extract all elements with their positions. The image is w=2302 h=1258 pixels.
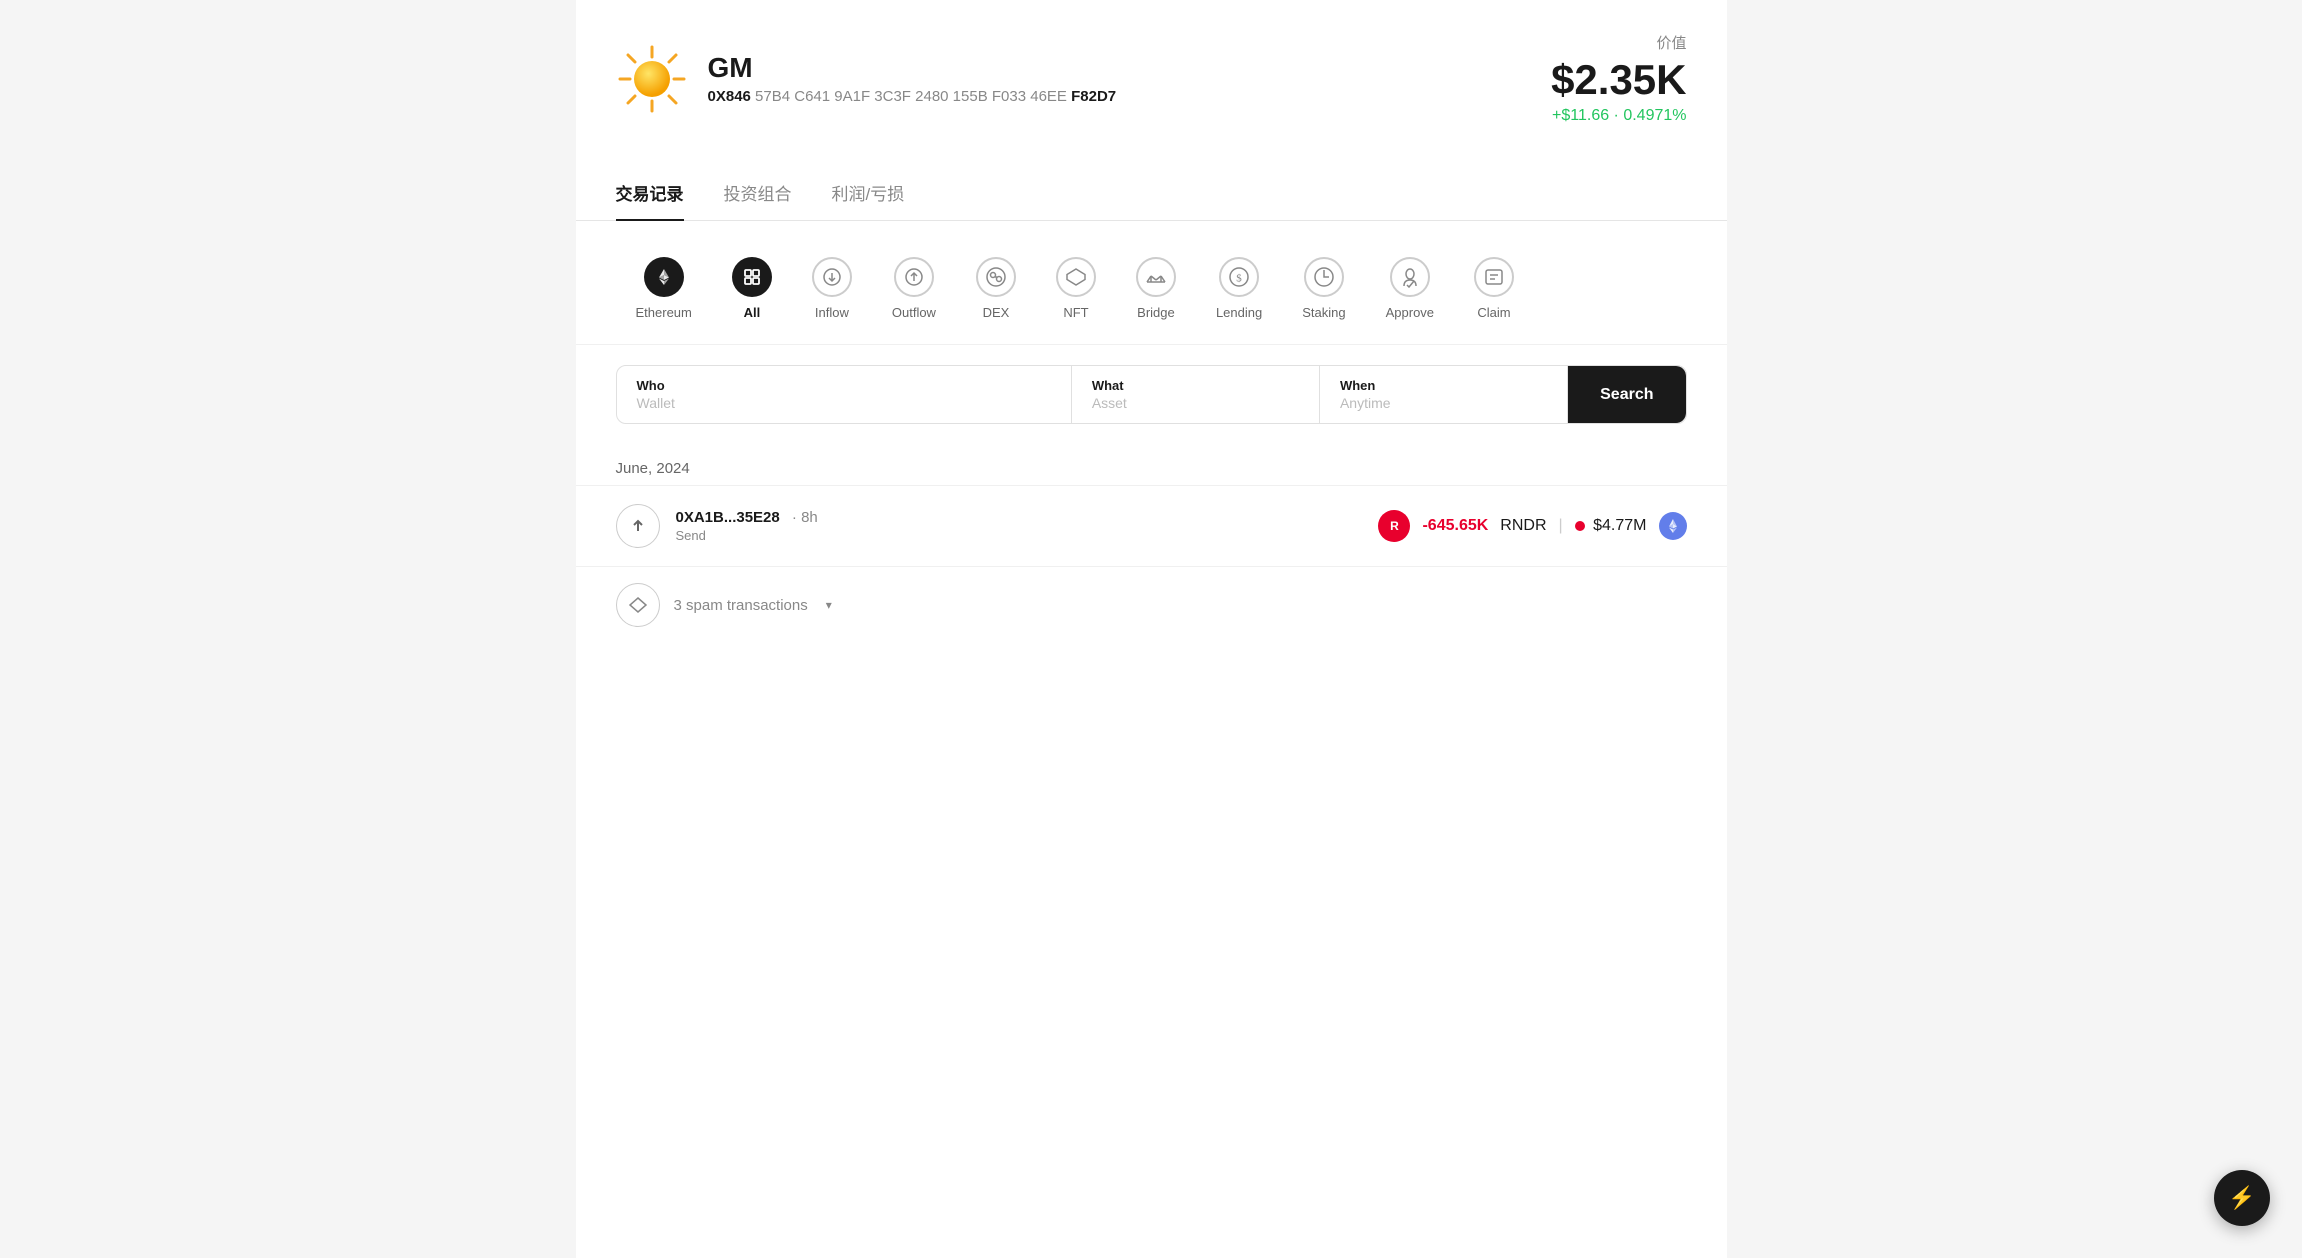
tab-pnl[interactable]: 利润/亏损	[832, 166, 905, 221]
search-box: Who Wallet What Asset When Anytime Searc…	[616, 365, 1687, 424]
lending-icon: $	[1219, 257, 1259, 297]
filter-nft-label: NFT	[1063, 305, 1088, 320]
when-field[interactable]: When Anytime	[1320, 366, 1568, 423]
portfolio-value: $2.35K	[1551, 57, 1686, 103]
tx-amount: -645.65K	[1422, 517, 1488, 535]
outflow-icon	[894, 257, 934, 297]
spam-row[interactable]: 3 spam transactions ▾	[576, 566, 1727, 643]
inflow-icon	[812, 257, 852, 297]
sun-svg	[616, 43, 688, 115]
approve-icon	[1390, 257, 1430, 297]
filter-row: Ethereum All In	[576, 221, 1727, 345]
address-middle: 57B4 C641 9A1F 3C3F 2480 155B F033 46EE	[755, 88, 1071, 105]
header-address: 0X846 57B4 C641 9A1F 3C3F 2480 155B F033…	[708, 88, 1117, 105]
all-icon	[732, 257, 772, 297]
filter-approve-label: Approve	[1386, 305, 1434, 320]
filter-ethereum-label: Ethereum	[636, 305, 692, 320]
filter-outflow-label: Outflow	[892, 305, 936, 320]
tx-type: Send	[676, 528, 1363, 543]
filter-approve[interactable]: Approve	[1366, 249, 1454, 328]
search-button[interactable]: Search	[1568, 366, 1685, 423]
spam-label: 3 spam transactions	[674, 597, 808, 614]
tx-hash: 0XA1B...35E28 · 8h	[676, 509, 1363, 526]
tx-chain-icon	[1659, 512, 1687, 540]
dex-icon	[976, 257, 1016, 297]
address-suffix: F82D7	[1071, 88, 1116, 105]
tx-usd-value: $4.77M	[1593, 517, 1646, 534]
who-label: Who	[637, 378, 1051, 393]
tabs-bar: 交易记录 投资组合 利润/亏损	[576, 165, 1727, 221]
fab-button[interactable]: ⚡	[2214, 1170, 2270, 1226]
who-input[interactable]: Wallet	[637, 395, 1051, 411]
value-label: 价值	[1551, 32, 1686, 53]
filter-outflow[interactable]: Outflow	[872, 249, 956, 328]
tx-usd-separator: |	[1559, 517, 1563, 535]
spam-chevron-icon: ▾	[826, 598, 832, 612]
filter-bridge[interactable]: Bridge	[1116, 249, 1196, 328]
when-input[interactable]: Anytime	[1340, 395, 1547, 411]
filter-lending[interactable]: $ Lending	[1196, 249, 1282, 328]
what-input[interactable]: Asset	[1092, 395, 1299, 411]
filter-dex[interactable]: DEX	[956, 249, 1036, 328]
svg-text:$: $	[1236, 273, 1242, 285]
bridge-icon	[1136, 257, 1176, 297]
header-info: GM 0X846 57B4 C641 9A1F 3C3F 2480 155B F…	[708, 52, 1117, 105]
when-label: When	[1340, 378, 1547, 393]
header-greeting: GM	[708, 52, 1117, 84]
header-right: 价值 $2.35K +$11.66 · 0.4971%	[1551, 32, 1686, 125]
tab-portfolio[interactable]: 投资组合	[724, 166, 792, 221]
nft-icon	[1056, 257, 1096, 297]
search-section: Who Wallet What Asset When Anytime Searc…	[576, 345, 1727, 444]
filter-claim-label: Claim	[1477, 305, 1510, 320]
filter-ethereum[interactable]: Ethereum	[616, 249, 712, 328]
address-prefix: 0X846	[708, 88, 751, 105]
tx-direction-icon	[616, 504, 660, 548]
filter-all-label: All	[744, 305, 761, 320]
header-left: GM 0X846 57B4 C641 9A1F 3C3F 2480 155B F…	[616, 43, 1117, 115]
tx-right: R -645.65K RNDR | $4.77M	[1378, 510, 1686, 542]
tx-token-icon: R	[1378, 510, 1410, 542]
filter-claim[interactable]: Claim	[1454, 249, 1534, 328]
what-field[interactable]: What Asset	[1072, 366, 1320, 423]
filter-dex-label: DEX	[983, 305, 1010, 320]
tx-time: · 8h	[792, 509, 818, 526]
who-field[interactable]: Who Wallet	[617, 366, 1072, 423]
tab-transactions[interactable]: 交易记录	[616, 166, 684, 221]
header: GM 0X846 57B4 C641 9A1F 3C3F 2480 155B F…	[576, 0, 1727, 149]
spam-icon	[616, 583, 660, 627]
filter-inflow[interactable]: Inflow	[792, 249, 872, 328]
tx-info: 0XA1B...35E28 · 8h Send	[676, 509, 1363, 543]
staking-icon	[1304, 257, 1344, 297]
tx-usd-dot: $4.77M	[1575, 517, 1647, 535]
filter-inflow-label: Inflow	[815, 305, 849, 320]
ethereum-icon	[644, 257, 684, 297]
claim-icon	[1474, 257, 1514, 297]
filter-bridge-label: Bridge	[1137, 305, 1175, 320]
filter-nft[interactable]: NFT	[1036, 249, 1116, 328]
sun-icon	[616, 43, 688, 115]
tx-token-name: RNDR	[1500, 517, 1546, 535]
filter-lending-label: Lending	[1216, 305, 1262, 320]
filter-staking-label: Staking	[1302, 305, 1345, 320]
what-label: What	[1092, 378, 1299, 393]
filter-all[interactable]: All	[712, 249, 792, 328]
table-row: 0XA1B...35E28 · 8h Send R -645.65K RNDR …	[576, 485, 1727, 566]
filter-staking[interactable]: Staking	[1282, 249, 1365, 328]
portfolio-change: +$11.66 · 0.4971%	[1551, 107, 1686, 125]
page-container: GM 0X846 57B4 C641 9A1F 3C3F 2480 155B F…	[576, 0, 1727, 1258]
month-header: June, 2024	[576, 444, 1727, 485]
